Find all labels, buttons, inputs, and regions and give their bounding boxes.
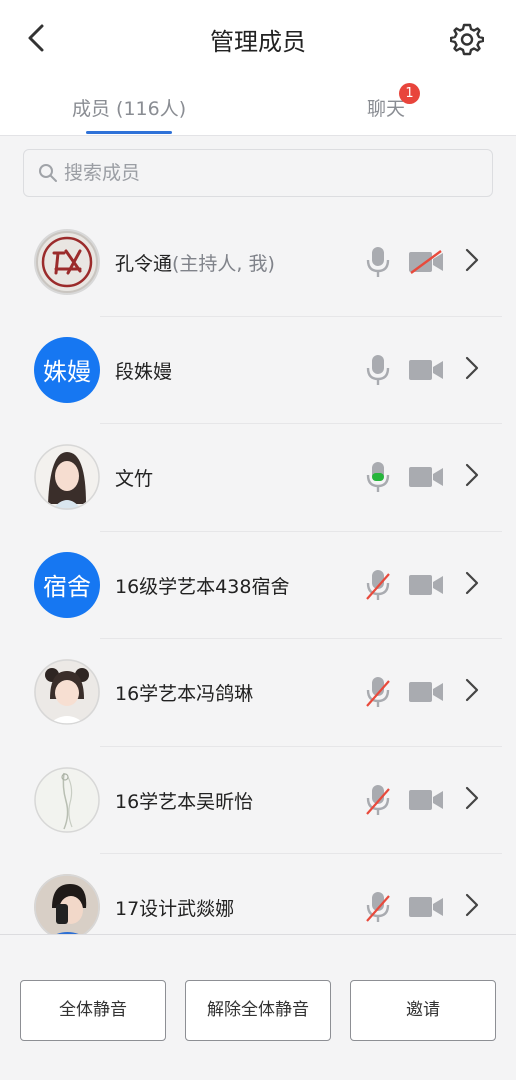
top-bar: 管理成员 xyxy=(0,0,516,80)
host-tag: (主持人, 我) xyxy=(172,253,275,275)
member-row[interactable]: 16学艺本冯鸽琳 xyxy=(0,639,516,747)
chevron-right-icon[interactable] xyxy=(464,462,480,488)
chevron-right-icon[interactable] xyxy=(464,892,480,918)
member-row[interactable]: 宿舍 16级学艺本438宿舍 xyxy=(0,532,516,639)
member-name: 16级学艺本438宿舍 xyxy=(115,575,290,598)
chevron-right-icon[interactable] xyxy=(464,570,480,596)
member-name: 段姝嫚 xyxy=(115,360,173,383)
portrait-image xyxy=(34,444,100,510)
avatar-text: 宿舍 xyxy=(34,551,100,618)
tab-bar: 成员 (116人) 聊天 xyxy=(0,80,516,136)
mute-all-button[interactable]: 全体静音 xyxy=(20,980,166,1041)
chevron-right-icon[interactable] xyxy=(464,355,480,381)
invite-button[interactable]: 邀请 xyxy=(350,980,496,1041)
avatar-text: 姝嫚 xyxy=(34,336,100,403)
unmute-all-button[interactable]: 解除全体静音 xyxy=(185,980,331,1041)
video-icon[interactable] xyxy=(408,680,444,704)
chat-unread-badge: 1 xyxy=(399,83,420,104)
sketch-image xyxy=(34,766,100,833)
member-row[interactable]: 孔令通(主持人, 我) xyxy=(0,209,516,317)
seal-logo-icon xyxy=(36,231,98,293)
search-icon xyxy=(39,164,57,182)
microphone-icon[interactable] xyxy=(366,354,390,386)
chevron-right-icon[interactable] xyxy=(464,677,480,703)
member-name: 文竹 xyxy=(115,468,154,490)
chevron-right-icon[interactable] xyxy=(464,247,480,273)
video-icon[interactable] xyxy=(408,895,444,919)
video-off-icon[interactable] xyxy=(408,250,444,274)
microphone-muted-icon[interactable] xyxy=(366,569,390,601)
video-icon[interactable] xyxy=(408,573,444,597)
microphone-muted-icon[interactable] xyxy=(366,891,390,923)
portrait-image xyxy=(34,874,100,934)
avatar-photo xyxy=(34,444,100,510)
avatar-seal xyxy=(34,229,100,295)
member-name: 17设计武燚娜 xyxy=(115,898,235,920)
search-input[interactable] xyxy=(64,150,484,196)
avatar-photo xyxy=(34,874,100,934)
page-title: 管理成员 xyxy=(210,28,306,56)
avatar-photo xyxy=(34,659,100,725)
avatar-photo xyxy=(34,766,100,833)
gear-icon xyxy=(450,23,484,56)
search-box[interactable] xyxy=(23,149,493,197)
microphone-muted-icon[interactable] xyxy=(366,784,390,816)
member-name: 16学艺本冯鸽琳 xyxy=(115,683,254,705)
chevron-right-icon[interactable] xyxy=(464,785,480,811)
bottom-action-bar: 全体静音 解除全体静音 邀请 xyxy=(0,934,516,1080)
member-row[interactable]: 文竹 xyxy=(0,424,516,532)
video-icon[interactable] xyxy=(408,465,444,489)
member-row[interactable]: 16学艺本吴昕怡 xyxy=(0,747,516,854)
microphone-muted-icon[interactable] xyxy=(366,676,390,708)
video-icon[interactable] xyxy=(408,788,444,812)
member-list: 孔令通(主持人, 我) 姝嫚 段姝嫚 文竹 宿舍 16级学艺本438宿舍 16学… xyxy=(0,209,516,934)
member-row[interactable]: 姝嫚 段姝嫚 xyxy=(0,317,516,424)
portrait-image xyxy=(34,659,100,725)
video-icon[interactable] xyxy=(408,358,444,382)
microphone-icon[interactable] xyxy=(366,246,390,278)
active-tab-indicator xyxy=(86,131,172,134)
microphone-speaking-icon[interactable] xyxy=(366,461,390,493)
member-row[interactable]: 17设计武燚娜 xyxy=(0,854,516,934)
tab-members[interactable]: 成员 (116人) xyxy=(72,94,186,121)
member-name: 孔令通(主持人, 我) xyxy=(115,253,275,275)
member-name: 16学艺本吴昕怡 xyxy=(115,790,254,813)
settings-button[interactable] xyxy=(448,20,486,58)
